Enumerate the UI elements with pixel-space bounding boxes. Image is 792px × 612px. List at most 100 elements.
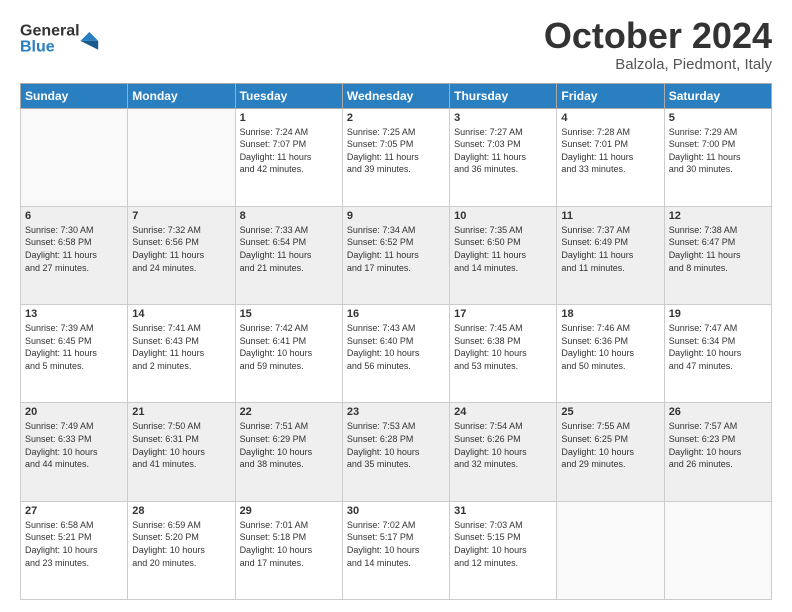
day-number: 8 <box>240 210 338 222</box>
day-info: Sunrise: 7:51 AM Sunset: 6:29 PM Dayligh… <box>240 420 338 470</box>
day-info: Sunrise: 7:02 AM Sunset: 5:17 PM Dayligh… <box>347 519 445 569</box>
calendar-cell: 20Sunrise: 7:49 AM Sunset: 6:33 PM Dayli… <box>21 403 128 501</box>
day-info: Sunrise: 7:30 AM Sunset: 6:58 PM Dayligh… <box>25 224 123 274</box>
calendar-cell: 23 Sunrise: 7:53 AM Sunset: 6:28 PM Dayli… <box>342 403 449 501</box>
day-number: 23 <box>347 406 445 418</box>
day-number: 25 <box>561 406 659 418</box>
calendar-cell: 25Sunrise: 7:55 AM Sunset: 6:25 PM Dayli… <box>557 403 664 501</box>
day-info: Sunrise: 7:25 AM Sunset: 7:05 PM Dayligh… <box>347 126 445 176</box>
calendar-cell <box>21 108 128 206</box>
calendar-cell: 31 Sunrise: 7:03 AM Sunset: 5:15 PM Dayli… <box>450 501 557 599</box>
svg-text:Blue: Blue <box>20 39 55 56</box>
calendar-cell: 22 Sunrise: 7:51 AM Sunset: 6:29 PM Dayli… <box>235 403 342 501</box>
day-info: Sunrise: 7:37 AM Sunset: 6:49 PM Dayligh… <box>561 224 659 274</box>
day-info: Sunrise: 7:38 AM Sunset: 6:47 PM Dayligh… <box>669 224 767 274</box>
weekday-header-row: Sunday Monday Tuesday Wednesday Thursday… <box>21 83 772 108</box>
day-number: 13 <box>25 308 123 320</box>
day-info: Sunrise: 7:45 AM Sunset: 6:38 PM Dayligh… <box>454 322 552 372</box>
calendar-location: Balzola, Piedmont, Italy <box>544 56 772 73</box>
calendar-cell: 12 Sunrise: 7:38 AM Sunset: 6:47 PM Dayli… <box>664 206 771 304</box>
calendar-cell: 3 Sunrise: 7:27 AM Sunset: 7:03 PM Daylig… <box>450 108 557 206</box>
calendar-cell: 4Sunrise: 7:28 AM Sunset: 7:01 PM Daylig… <box>557 108 664 206</box>
day-info: Sunrise: 7:42 AM Sunset: 6:41 PM Dayligh… <box>240 322 338 372</box>
title-block: October 2024 Balzola, Piedmont, Italy <box>544 16 772 73</box>
day-info: Sunrise: 6:58 AM Sunset: 5:21 PM Dayligh… <box>25 519 123 569</box>
day-info: Sunrise: 7:39 AM Sunset: 6:45 PM Dayligh… <box>25 322 123 372</box>
header-saturday: Saturday <box>664 83 771 108</box>
week-row-4: 20Sunrise: 7:49 AM Sunset: 6:33 PM Dayli… <box>21 403 772 501</box>
day-number: 19 <box>669 308 767 320</box>
header: General Blue October 2024 Balzola, Piedm… <box>20 16 772 73</box>
calendar-cell: 28 Sunrise: 6:59 AM Sunset: 5:20 PM Dayli… <box>128 501 235 599</box>
calendar-page: General Blue October 2024 Balzola, Piedm… <box>0 0 792 612</box>
calendar-cell: 8 Sunrise: 7:33 AM Sunset: 6:54 PM Daylig… <box>235 206 342 304</box>
day-number: 15 <box>240 308 338 320</box>
calendar-cell: 10 Sunrise: 7:35 AM Sunset: 6:50 PM Dayli… <box>450 206 557 304</box>
day-number: 18 <box>561 308 659 320</box>
logo: General Blue <box>20 16 100 56</box>
day-info: Sunrise: 7:41 AM Sunset: 6:43 PM Dayligh… <box>132 322 230 372</box>
calendar-cell: 1Sunrise: 7:24 AM Sunset: 7:07 PM Daylig… <box>235 108 342 206</box>
calendar-cell: 21 Sunrise: 7:50 AM Sunset: 6:31 PM Dayli… <box>128 403 235 501</box>
calendar-cell <box>128 108 235 206</box>
day-number: 31 <box>454 505 552 517</box>
calendar-cell: 13 Sunrise: 7:39 AM Sunset: 6:45 PM Dayli… <box>21 305 128 403</box>
day-info: Sunrise: 7:54 AM Sunset: 6:26 PM Dayligh… <box>454 420 552 470</box>
day-info: Sunrise: 7:32 AM Sunset: 6:56 PM Dayligh… <box>132 224 230 274</box>
day-info: Sunrise: 6:59 AM Sunset: 5:20 PM Dayligh… <box>132 519 230 569</box>
day-number: 26 <box>669 406 767 418</box>
day-number: 12 <box>669 210 767 222</box>
calendar-cell: 30 Sunrise: 7:02 AM Sunset: 5:17 PM Dayli… <box>342 501 449 599</box>
day-number: 2 <box>347 112 445 124</box>
header-wednesday: Wednesday <box>342 83 449 108</box>
day-number: 10 <box>454 210 552 222</box>
calendar-table: Sunday Monday Tuesday Wednesday Thursday… <box>20 83 772 600</box>
day-number: 9 <box>347 210 445 222</box>
logo-svg: General Blue <box>20 16 100 56</box>
week-row-1: 1Sunrise: 7:24 AM Sunset: 7:07 PM Daylig… <box>21 108 772 206</box>
calendar-cell: 16 Sunrise: 7:43 AM Sunset: 6:40 PM Dayli… <box>342 305 449 403</box>
calendar-cell: 18 Sunrise: 7:46 AM Sunset: 6:36 PM Dayli… <box>557 305 664 403</box>
day-number: 14 <box>132 308 230 320</box>
day-info: Sunrise: 7:24 AM Sunset: 7:07 PM Dayligh… <box>240 126 338 176</box>
day-number: 21 <box>132 406 230 418</box>
day-number: 4 <box>561 112 659 124</box>
day-info: Sunrise: 7:50 AM Sunset: 6:31 PM Dayligh… <box>132 420 230 470</box>
calendar-cell: 2 Sunrise: 7:25 AM Sunset: 7:05 PM Daylig… <box>342 108 449 206</box>
calendar-cell: 19 Sunrise: 7:47 AM Sunset: 6:34 PM Dayli… <box>664 305 771 403</box>
week-row-2: 6Sunrise: 7:30 AM Sunset: 6:58 PM Daylig… <box>21 206 772 304</box>
header-tuesday: Tuesday <box>235 83 342 108</box>
calendar-cell: 24 Sunrise: 7:54 AM Sunset: 6:26 PM Dayli… <box>450 403 557 501</box>
calendar-cell: 6Sunrise: 7:30 AM Sunset: 6:58 PM Daylig… <box>21 206 128 304</box>
day-number: 3 <box>454 112 552 124</box>
day-info: Sunrise: 7:46 AM Sunset: 6:36 PM Dayligh… <box>561 322 659 372</box>
day-info: Sunrise: 7:34 AM Sunset: 6:52 PM Dayligh… <box>347 224 445 274</box>
calendar-cell <box>557 501 664 599</box>
day-info: Sunrise: 7:47 AM Sunset: 6:34 PM Dayligh… <box>669 322 767 372</box>
calendar-cell: 29Sunrise: 7:01 AM Sunset: 5:18 PM Dayli… <box>235 501 342 599</box>
day-number: 16 <box>347 308 445 320</box>
day-number: 11 <box>561 210 659 222</box>
day-info: Sunrise: 7:03 AM Sunset: 5:15 PM Dayligh… <box>454 519 552 569</box>
day-number: 28 <box>132 505 230 517</box>
header-monday: Monday <box>128 83 235 108</box>
calendar-cell <box>664 501 771 599</box>
header-thursday: Thursday <box>450 83 557 108</box>
day-number: 5 <box>669 112 767 124</box>
calendar-cell: 5Sunrise: 7:29 AM Sunset: 7:00 PM Daylig… <box>664 108 771 206</box>
header-friday: Friday <box>557 83 664 108</box>
day-info: Sunrise: 7:53 AM Sunset: 6:28 PM Dayligh… <box>347 420 445 470</box>
day-info: Sunrise: 7:43 AM Sunset: 6:40 PM Dayligh… <box>347 322 445 372</box>
svg-text:General: General <box>20 23 80 40</box>
day-number: 22 <box>240 406 338 418</box>
day-number: 27 <box>25 505 123 517</box>
calendar-cell: 9 Sunrise: 7:34 AM Sunset: 6:52 PM Daylig… <box>342 206 449 304</box>
day-info: Sunrise: 7:35 AM Sunset: 6:50 PM Dayligh… <box>454 224 552 274</box>
day-info: Sunrise: 7:33 AM Sunset: 6:54 PM Dayligh… <box>240 224 338 274</box>
day-number: 20 <box>25 406 123 418</box>
day-number: 24 <box>454 406 552 418</box>
day-info: Sunrise: 7:27 AM Sunset: 7:03 PM Dayligh… <box>454 126 552 176</box>
day-number: 29 <box>240 505 338 517</box>
day-number: 30 <box>347 505 445 517</box>
day-info: Sunrise: 7:57 AM Sunset: 6:23 PM Dayligh… <box>669 420 767 470</box>
